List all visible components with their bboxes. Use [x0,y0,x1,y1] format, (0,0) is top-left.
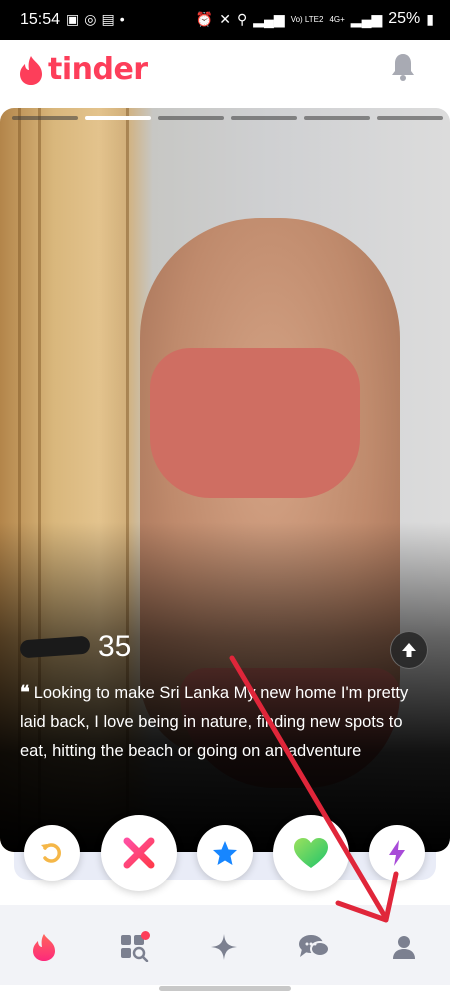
photo-progress-segment[interactable] [231,116,297,120]
sparkle-icon [211,934,237,960]
network-gen: 4G+ [329,14,345,24]
profile-age: 35 [98,630,132,663]
sim-icon: ▤ [101,11,115,27]
home-indicator [159,986,291,991]
bottom-nav [0,905,450,985]
arrow-up-icon [402,643,416,657]
nope-button[interactable] [101,815,177,891]
signal2-icon: ▂▄▆ [350,10,383,27]
profile-photo-garment [150,348,360,498]
app-name: tinder [48,52,148,87]
notification-icons: ▣ ◎ ▤ • [66,11,125,28]
bolt-icon [389,840,405,866]
heart-icon [294,838,328,868]
quote-icon: ❝ [20,682,30,702]
signal-icon: ▂▄▆ [253,10,285,27]
status-bar: 15:54 ▣ ◎ ▤ • ⏰ ✕ ⚲ ▂▄▆ Vo) LTE2 4G+ ▂▄▆… [0,0,450,40]
nav-messages[interactable] [296,929,332,965]
bell-icon[interactable] [390,52,416,82]
nav-spark[interactable] [206,929,242,965]
rewind-icon [41,843,61,863]
nav-explore[interactable] [116,929,152,965]
gallery-icon: ▣ [66,11,80,27]
profile-name-age: 35 [19,630,132,664]
nav-profile[interactable] [386,929,422,965]
photo-progress [12,116,443,120]
status-time: 15:54 [20,11,61,28]
profile-card[interactable]: 35 ❝ Looking to make Sri Lanka My new hom… [0,108,450,852]
notification-badge [141,931,150,940]
alarm-icon: ⏰ [195,10,214,27]
flame-icon [33,934,55,961]
photo-progress-segment[interactable] [158,116,224,120]
super-like-button[interactable] [197,825,253,881]
photo-progress-segment[interactable] [12,116,78,120]
flame-logo-icon [20,55,42,85]
location-icon: ⚲ [236,10,248,27]
info-button[interactable] [390,631,428,669]
x-icon [123,837,155,869]
photo-progress-segment[interactable] [304,116,370,120]
photo-progress-segment-active[interactable] [85,116,151,120]
network-label: Vo) LTE2 [290,14,324,24]
mute-icon: ✕ [219,10,231,27]
star-icon [213,841,237,865]
battery-level: 25% [388,10,421,27]
bio-text: Looking to make Sri Lanka My new home I'… [20,684,409,760]
like-button[interactable] [273,815,349,891]
nav-home[interactable] [26,929,62,965]
photo-progress-segment[interactable] [377,116,443,120]
chat-icon [299,935,330,957]
system-icons: ⏰ ✕ ⚲ ▂▄▆ Vo) LTE2 4G+ ▂▄▆ 25% ▮ [196,10,434,28]
profile-bio: ❝ Looking to make Sri Lanka My new home I… [20,678,432,766]
app-header: tinder [0,40,450,100]
rewind-button[interactable] [24,825,80,881]
person-icon [393,936,415,959]
screen: 15:54 ▣ ◎ ▤ • ⏰ ✕ ⚲ ▂▄▆ Vo) LTE2 4G+ ▂▄▆… [0,0,450,1000]
tinder-logo[interactable]: tinder [18,52,148,87]
battery-icon: ▮ [426,10,434,27]
dot-icon: • [119,11,125,27]
boost-button[interactable] [369,825,425,881]
whatsapp-icon: ◎ [84,11,97,27]
redacted-name [19,635,91,659]
